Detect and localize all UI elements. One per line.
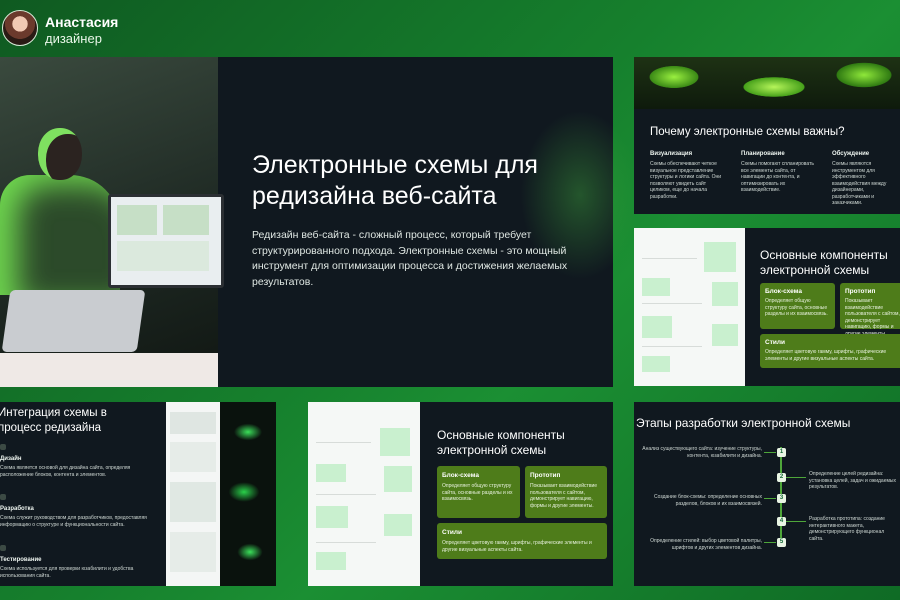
stages-connector-3 [764, 498, 776, 499]
integration-item1-text: Схема является основой для дизайна сайта… [0, 465, 131, 478]
stages-connector-2 [786, 477, 806, 478]
card-heading: Прототип [530, 472, 561, 479]
stage-left-3: Определение стилей: выбор цветовой палит… [650, 538, 762, 551]
components-slide-right[interactable]: Основные компоненты электронной схемы Бл… [634, 228, 900, 386]
why-col3-heading: Обсуждение [832, 151, 870, 157]
why-col1-text: Схемы обеспечивают четкое визуальное пре… [650, 161, 722, 200]
card-text: Определяет цветовую гамму, шрифты, графи… [765, 349, 887, 362]
card-heading: Стили [765, 339, 785, 346]
why-title: Почему электронные схемы важны? [650, 126, 845, 138]
integration-item3-text: Схема используется для проверки юзабилит… [0, 566, 134, 579]
stages-slide[interactable]: Этапы разработки электронной схемы Анали… [634, 402, 900, 586]
integration-slide[interactable]: Интеграция схемы в процесс редизайна Диз… [0, 402, 276, 586]
stages-connector-4 [786, 521, 806, 522]
integration-marker-1 [0, 444, 6, 450]
integration-item1-heading: Дизайн [0, 456, 22, 462]
hero-text: Редизайн веб-сайта - сложный процесс, ко… [252, 229, 568, 288]
integration-item2-heading: Разработка [0, 506, 34, 512]
card-heading: Прототип [845, 288, 876, 295]
hero-title: Электронные схемы для редизайна веб-сайт… [252, 151, 538, 210]
components-slide-mid[interactable]: Основные компоненты электронной схемы Бл… [308, 402, 613, 586]
card-text: Определяет общую структуру сайта, основн… [765, 298, 828, 317]
card-styles-right[interactable]: Стили Определяет цветовую гамму, шрифты,… [760, 334, 900, 368]
person-head [38, 128, 82, 180]
stage-number-5: 5 [777, 538, 786, 547]
author-role: дизайнер [45, 31, 102, 46]
card-prototype-right[interactable]: Прототип Показывает взаимодействие польз… [840, 283, 900, 337]
avatar[interactable] [2, 10, 38, 46]
card-heading: Блок-схема [765, 288, 802, 295]
integration-marker-3 [0, 545, 6, 551]
components-right-title: Основные компоненты электронной схемы [760, 248, 888, 277]
why-col1-heading: Визуализация [650, 151, 693, 157]
card-text: Определяет цветовую гамму, шрифты, графи… [442, 540, 592, 553]
author-name: Анастасия [45, 14, 119, 30]
laptop-image [1, 290, 146, 352]
card-heading: Блок-схема [442, 472, 479, 479]
wireframe-image [634, 228, 745, 386]
person-figure [0, 175, 120, 295]
monitor-image [108, 194, 224, 288]
integration-mockup-image [220, 402, 276, 586]
card-heading: Стили [442, 529, 462, 536]
components-mid-title: Основные компоненты электронной схемы [437, 428, 565, 457]
stage-left-1: Анализ существующего сайта: изучение стр… [642, 446, 762, 459]
integration-wireframe-image [166, 402, 220, 586]
stage-left-2: Создание блок-схемы: определение основны… [654, 494, 762, 507]
integration-item2-text: Схема служит руководством для разработчи… [0, 515, 147, 528]
abstract-green-image [634, 57, 900, 109]
integration-item3-heading: Тестирование [0, 557, 42, 563]
stages-connector-1 [764, 452, 776, 453]
card-flowchart-mid[interactable]: Блок-схема Определяет общую структуру са… [437, 466, 520, 518]
stages-title: Этапы разработки электронной схемы [636, 416, 851, 430]
why-col3-text: Схемы являются инструментом для эффектив… [832, 161, 887, 206]
card-text: Определяет общую структуру сайта, основн… [442, 483, 513, 502]
card-prototype-mid[interactable]: Прототип Показывает взаимодействие польз… [525, 466, 607, 518]
stage-number-2: 2 [777, 473, 786, 482]
stage-number-1: 1 [777, 448, 786, 457]
why-slide[interactable]: Почему электронные схемы важны? Визуализ… [634, 57, 900, 214]
stage-number-4: 4 [777, 517, 786, 526]
card-styles-mid[interactable]: Стили Определяет цветовую гамму, шрифты,… [437, 523, 607, 559]
why-col2-text: Схемы помогают спланировать все элементы… [741, 161, 814, 193]
integration-marker-2 [0, 494, 6, 500]
stage-right-2: Разработка прототипа: создание интеракти… [809, 516, 885, 542]
card-text: Показывает взаимодействие пользователя с… [845, 298, 900, 337]
desk-image [0, 353, 218, 387]
why-col2-heading: Планирование [741, 151, 785, 157]
wireframe-image-mid [308, 402, 420, 586]
stage-right-1: Определение целей редизайна: установка ц… [809, 471, 897, 490]
card-text: Показывает взаимодействие пользователя с… [530, 483, 598, 509]
integration-title: Интеграция схемы в процесс редизайна [0, 407, 107, 434]
stages-connector-5 [764, 542, 776, 543]
card-flowchart-right[interactable]: Блок-схема Определяет общую структуру са… [760, 283, 835, 329]
stage-number-3: 3 [777, 494, 786, 503]
